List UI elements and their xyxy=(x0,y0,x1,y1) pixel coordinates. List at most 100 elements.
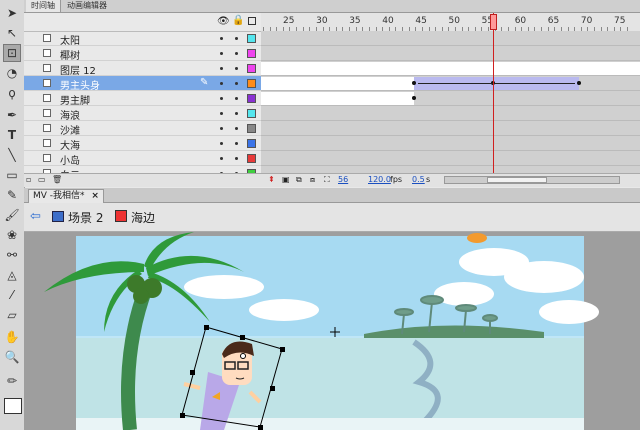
elapsed-time-value[interactable]: 0.5 xyxy=(412,175,425,184)
keyframe-dot[interactable] xyxy=(411,96,416,100)
pen-tool-icon[interactable]: ✒ xyxy=(3,106,21,124)
lock-dot[interactable] xyxy=(235,157,238,160)
frame-grid[interactable] xyxy=(261,31,640,181)
visibility-dot[interactable] xyxy=(220,97,223,100)
keyframe-dot[interactable] xyxy=(577,81,582,85)
layer-row[interactable]: 沙滩 xyxy=(24,121,261,137)
visibility-dot[interactable] xyxy=(220,112,223,115)
frame-row[interactable] xyxy=(261,46,640,61)
lock-icon[interactable]: 🔒 xyxy=(232,15,244,26)
layer-color-swatch[interactable] xyxy=(247,64,256,73)
lock-dot[interactable] xyxy=(235,97,238,100)
close-icon[interactable]: × xyxy=(91,191,99,201)
modify-markers-icon[interactable]: ⛶ xyxy=(324,175,330,185)
lock-dot[interactable] xyxy=(235,112,238,115)
zoom-tool-icon[interactable]: 🔍 xyxy=(3,348,21,366)
delete-layer-icon[interactable]: 🗑 xyxy=(52,175,62,184)
subselection-tool-icon[interactable]: ↖ xyxy=(3,24,21,42)
free-transform-tool-icon[interactable]: ⊡ xyxy=(3,44,21,62)
layer-name[interactable]: 海浪 xyxy=(60,107,80,122)
selection-tool-icon[interactable]: ➤ xyxy=(3,4,21,22)
lock-dot[interactable] xyxy=(235,142,238,145)
visibility-dot[interactable] xyxy=(220,52,223,55)
layer-row[interactable]: 小岛 xyxy=(24,151,261,167)
keyframe-dot[interactable] xyxy=(411,81,416,85)
frame-ruler[interactable]: 25 30 35 40 45 50 55 60 65 70 75 xyxy=(261,13,640,32)
layer-color-swatch[interactable] xyxy=(247,79,256,88)
brush-tool-icon[interactable]: 🖌 xyxy=(3,206,21,224)
lasso-tool-icon[interactable]: ϙ xyxy=(3,84,21,102)
center-frame-icon[interactable]: ⇞ xyxy=(268,175,275,184)
scrollbar-thumb[interactable] xyxy=(487,177,547,183)
symbol-label[interactable]: 海边 xyxy=(131,209,155,226)
visibility-dot[interactable] xyxy=(220,82,223,85)
onion-skin-icon[interactable]: ▣ xyxy=(282,175,290,184)
frame-row[interactable] xyxy=(261,31,640,46)
layer-color-swatch[interactable] xyxy=(247,109,256,118)
frame-row[interactable] xyxy=(261,61,640,76)
back-arrow-icon[interactable]: ⇦ xyxy=(30,210,41,223)
rectangle-tool-icon[interactable]: ▭ xyxy=(3,166,21,184)
layer-color-swatch[interactable] xyxy=(247,139,256,148)
layer-color-swatch[interactable] xyxy=(247,124,256,133)
layer-name[interactable]: 图层 12 xyxy=(60,62,96,77)
visibility-dot[interactable] xyxy=(220,142,223,145)
visibility-dot[interactable] xyxy=(220,37,223,40)
layer-row[interactable]: 男主头身 ✎ xyxy=(24,76,261,92)
layer-row[interactable]: 椰树 xyxy=(24,46,261,62)
frame-row[interactable] xyxy=(261,106,640,121)
layer-color-swatch[interactable] xyxy=(247,34,256,43)
document-tab[interactable]: MV -我相信* × xyxy=(28,189,104,203)
layer-row[interactable]: 图层 12 xyxy=(24,61,261,77)
eye-icon[interactable]: 👁 xyxy=(217,16,230,27)
visibility-dot[interactable] xyxy=(220,127,223,130)
stroke-color-icon[interactable]: ✏ xyxy=(3,372,21,390)
3d-rotation-tool-icon[interactable]: ◔ xyxy=(3,64,21,82)
frame-row[interactable] xyxy=(261,91,640,106)
scene-label[interactable]: 场景 2 xyxy=(68,209,103,226)
frame-row[interactable] xyxy=(261,136,640,151)
layer-name[interactable]: 大海 xyxy=(60,137,80,152)
frame-span[interactable] xyxy=(261,92,414,105)
onion-skin-outline-icon[interactable]: ⧉ xyxy=(296,175,302,185)
layer-row[interactable]: 太阳 xyxy=(24,31,261,47)
line-tool-icon[interactable]: ╲ xyxy=(3,146,21,164)
current-frame-value[interactable]: 56 xyxy=(338,175,348,184)
stage-canvas[interactable] xyxy=(24,232,640,430)
lock-dot[interactable] xyxy=(235,37,238,40)
lock-dot[interactable] xyxy=(235,52,238,55)
layer-name[interactable]: 男主头身 xyxy=(60,77,100,92)
layer-row[interactable]: 大海 xyxy=(24,136,261,152)
layer-color-swatch[interactable] xyxy=(247,94,256,103)
playhead-handle[interactable] xyxy=(490,14,498,30)
layer-color-swatch[interactable] xyxy=(247,154,256,163)
layer-name[interactable]: 男主脚 xyxy=(60,92,90,107)
layer-name[interactable]: 太阳 xyxy=(60,32,80,47)
layer-row[interactable]: 海浪 xyxy=(24,106,261,122)
bone-tool-icon[interactable]: ⚯ xyxy=(3,246,21,264)
layer-row[interactable]: 男主脚 xyxy=(24,91,261,107)
frame-span[interactable] xyxy=(261,77,414,90)
frame-row[interactable] xyxy=(261,151,640,166)
deco-tool-icon[interactable]: ❀ xyxy=(3,226,21,244)
layer-name[interactable]: 沙滩 xyxy=(60,122,80,137)
frame-rate-value[interactable]: 120.0 xyxy=(368,175,391,184)
fill-color-swatch[interactable] xyxy=(4,398,22,414)
new-layer-icon[interactable]: ▫ xyxy=(26,175,31,184)
layer-name[interactable]: 椰树 xyxy=(60,47,80,62)
layer-name[interactable]: 小岛 xyxy=(60,152,80,167)
outline-icon[interactable] xyxy=(248,17,256,25)
lock-dot[interactable] xyxy=(235,82,238,85)
text-tool-icon[interactable]: T xyxy=(3,126,21,144)
tab-motion-editor[interactable]: 动画编辑器 xyxy=(62,0,112,12)
paint-bucket-tool-icon[interactable]: ◬ xyxy=(3,266,21,284)
layer-color-swatch[interactable] xyxy=(247,49,256,58)
lock-dot[interactable] xyxy=(235,67,238,70)
lock-dot[interactable] xyxy=(235,127,238,130)
eyedropper-tool-icon[interactable]: ⁄ xyxy=(3,286,21,304)
tab-timeline[interactable]: 时间轴 xyxy=(26,0,61,12)
timeline-horizontal-scrollbar[interactable] xyxy=(444,176,620,184)
visibility-dot[interactable] xyxy=(220,157,223,160)
edit-multiple-frames-icon[interactable]: ⧈ xyxy=(310,175,315,185)
visibility-dot[interactable] xyxy=(220,67,223,70)
